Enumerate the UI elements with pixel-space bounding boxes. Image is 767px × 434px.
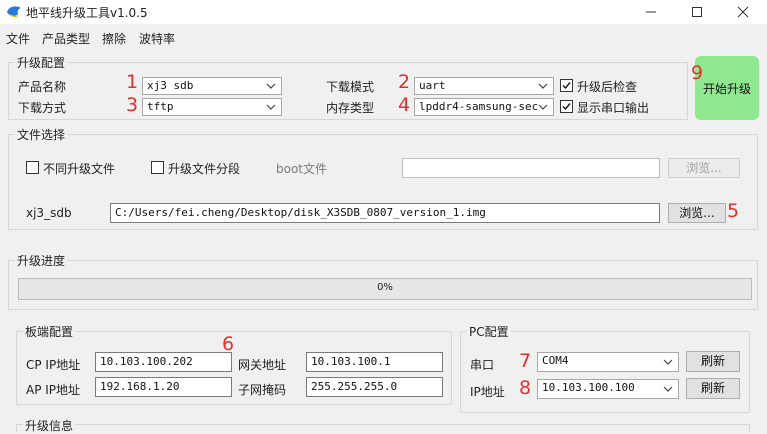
title-bar: 地平线升级工具v1.0.5 <box>0 0 767 24</box>
chevron-down-icon <box>538 104 548 110</box>
download-mode-label: 下载模式 <box>326 80 375 94</box>
menu-erase[interactable]: 擦除 <box>102 30 126 47</box>
serial-port-label: 串口 <box>470 358 495 372</box>
download-mode-select[interactable]: uart <box>414 77 554 95</box>
maximize-button[interactable] <box>674 0 720 24</box>
gateway-input[interactable]: 10.103.100.1 <box>306 352 443 372</box>
maximize-icon <box>692 7 702 17</box>
check-after-upgrade-label: 升级后检查 <box>577 80 638 94</box>
window-title: 地平线升级工具v1.0.5 <box>26 6 148 20</box>
memory-type-select[interactable]: lpddr4-samsung-sec <box>414 98 554 116</box>
serial-refresh-button[interactable]: 刷新 <box>686 351 740 372</box>
menu-bar: 文件 产品类型 擦除 波特率 <box>0 24 767 50</box>
pc-config-group: PC配置 <box>460 323 750 413</box>
boot-file-path-input[interactable] <box>402 158 660 178</box>
close-button[interactable] <box>720 0 766 24</box>
pc-ip-label: IP地址 <box>470 385 505 399</box>
check-after-upgrade-checkbox[interactable] <box>560 79 573 92</box>
annotation-9: 9 <box>691 62 704 84</box>
annotation-3: 3 <box>126 94 139 116</box>
checkmark-icon <box>562 82 571 90</box>
start-upgrade-button[interactable]: 开始升级 <box>695 56 759 120</box>
different-files-checkbox[interactable] <box>26 161 39 174</box>
ap-ip-input[interactable]: 192.168.1.20 <box>95 377 232 397</box>
chevron-down-icon <box>663 359 673 365</box>
memory-type-label: 内存类型 <box>326 101 375 115</box>
menu-baud-rate[interactable]: 波特率 <box>139 30 175 47</box>
annotation-5: 5 <box>727 200 740 222</box>
image-file-path-input[interactable]: C:/Users/fei.cheng/Desktop/disk_X3SDB_08… <box>110 203 660 223</box>
bird-logo-icon <box>7 6 21 18</box>
different-files-label: 不同升级文件 <box>43 162 116 176</box>
boot-file-label: boot文件 <box>276 162 328 176</box>
checkmark-icon <box>562 103 571 111</box>
file-segment-checkbox[interactable] <box>151 161 164 174</box>
chevron-down-icon <box>266 83 276 89</box>
annotation-8: 8 <box>519 377 532 399</box>
image-browse-button[interactable]: 浏览... <box>668 203 726 223</box>
image-file-label: xj3_sdb <box>26 206 72 220</box>
pc-config-title: PC配置 <box>467 323 511 340</box>
upgrade-progress-bar: 0% <box>18 278 752 300</box>
minimize-button[interactable] <box>628 0 674 24</box>
boot-browse-button[interactable]: 浏览... <box>668 158 740 178</box>
show-serial-output-label: 显示串口输出 <box>577 101 650 115</box>
chevron-down-icon <box>538 83 548 89</box>
ip-refresh-button[interactable]: 刷新 <box>686 378 740 399</box>
annotation-1: 1 <box>126 71 139 93</box>
file-segment-label: 升级文件分段 <box>168 162 241 176</box>
menu-product-type[interactable]: 产品类型 <box>42 30 90 47</box>
menu-file[interactable]: 文件 <box>6 30 30 47</box>
annotation-7: 7 <box>519 350 532 372</box>
product-name-label: 产品名称 <box>18 80 67 94</box>
download-method-label: 下载方式 <box>18 101 67 115</box>
gateway-label: 网关地址 <box>238 358 287 372</box>
chevron-down-icon <box>663 386 673 392</box>
upgrade-config-title: 升级配置 <box>15 54 68 71</box>
chevron-down-icon <box>266 104 276 110</box>
upgrade-info-title: 升级信息 <box>23 417 76 434</box>
ap-ip-label: AP IP地址 <box>26 383 81 397</box>
close-icon <box>737 6 749 18</box>
cp-ip-label: CP IP地址 <box>26 358 81 372</box>
minimize-icon <box>646 11 656 13</box>
upgrade-info-group: 升级信息 <box>16 417 750 434</box>
board-config-title: 板端配置 <box>23 323 76 340</box>
show-serial-output-checkbox[interactable] <box>560 100 573 113</box>
upgrade-progress-title: 升级进度 <box>15 252 68 269</box>
product-name-select[interactable]: xj3 sdb <box>142 77 282 95</box>
download-method-select[interactable]: tftp <box>142 98 282 116</box>
cp-ip-input[interactable]: 10.103.100.202 <box>95 352 232 372</box>
serial-port-select[interactable]: COM4 <box>537 352 679 372</box>
pc-ip-select[interactable]: 10.103.100.100 <box>537 379 679 399</box>
file-select-title: 文件选择 <box>15 126 68 143</box>
annotation-4: 4 <box>398 94 411 116</box>
annotation-2: 2 <box>398 71 411 93</box>
progress-text: 0% <box>377 282 393 293</box>
netmask-input[interactable]: 255.255.255.0 <box>306 377 443 397</box>
netmask-label: 子网掩码 <box>238 383 287 397</box>
